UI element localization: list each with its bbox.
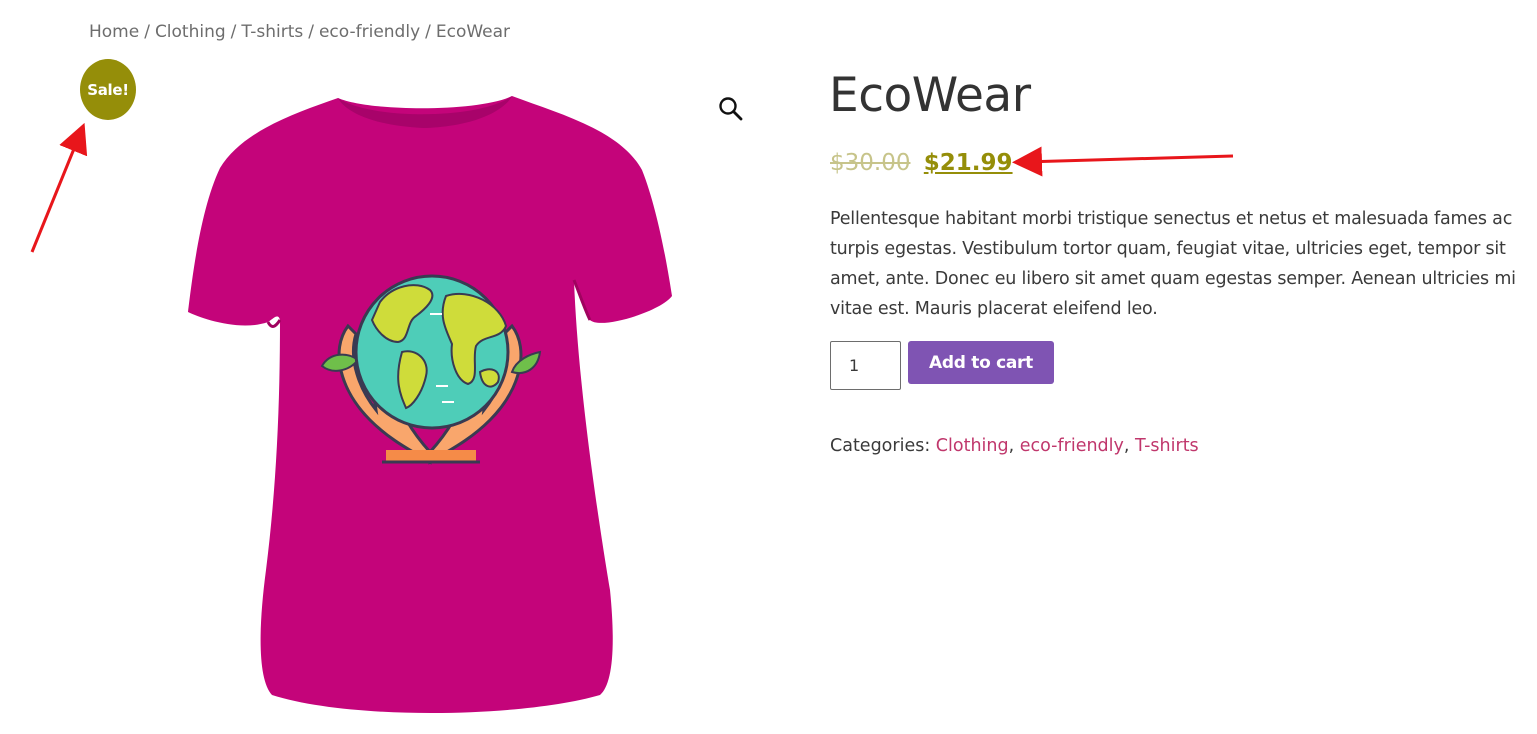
tshirt-fold	[266, 319, 282, 328]
category-link-eco-friendly[interactable]: eco-friendly	[1020, 436, 1124, 456]
product-description: Pellentesque habitant morbi tristique se…	[830, 209, 1516, 319]
breadcrumb: Home / Clothing / T-shirts / eco-friendly / EcoW…	[89, 22, 510, 42]
category-link-tshirts[interactable]: T-shirts	[1135, 436, 1199, 456]
breadcrumb-separator: /	[425, 22, 431, 42]
breadcrumb-separator: /	[308, 22, 314, 42]
sale-badge-label: Sale!	[87, 80, 129, 99]
breadcrumb-separator: /	[230, 22, 237, 42]
price: $30.00 $21.99	[830, 150, 1013, 176]
breadcrumb-separator: /	[144, 22, 150, 42]
category-link-clothing[interactable]: Clothing	[936, 436, 1009, 456]
category-separator: ,	[1008, 436, 1020, 456]
hands-base	[386, 450, 476, 462]
breadcrumb-home[interactable]: Home	[89, 22, 139, 42]
breadcrumb-eco-friendly[interactable]: eco-friendly	[319, 22, 420, 42]
zoom-button[interactable]	[716, 94, 746, 124]
categories-label: Categories:	[830, 436, 936, 456]
regular-price: $30.00	[830, 150, 911, 176]
breadcrumb-tshirts[interactable]: T-shirts	[241, 22, 303, 42]
breadcrumb-current: EcoWear	[435, 22, 511, 42]
annotation-arrow-price	[1012, 146, 1234, 177]
annotation-arrow-sale-badge	[30, 122, 88, 253]
magnifier-icon	[719, 97, 743, 121]
sale-badge: Sale!	[80, 59, 136, 120]
product-title: EcoWear	[829, 68, 1031, 123]
add-to-cart-button[interactable]: Add to cart	[908, 341, 1054, 384]
product-image[interactable]	[180, 90, 680, 722]
sale-price: $21.99	[923, 150, 1013, 176]
breadcrumb-clothing[interactable]: Clothing	[155, 22, 226, 42]
quantity-input[interactable]	[830, 341, 901, 390]
category-separator: ,	[1123, 436, 1136, 456]
product-categories: Categories: Clothing, eco-friendly, T-sh…	[830, 436, 1199, 456]
